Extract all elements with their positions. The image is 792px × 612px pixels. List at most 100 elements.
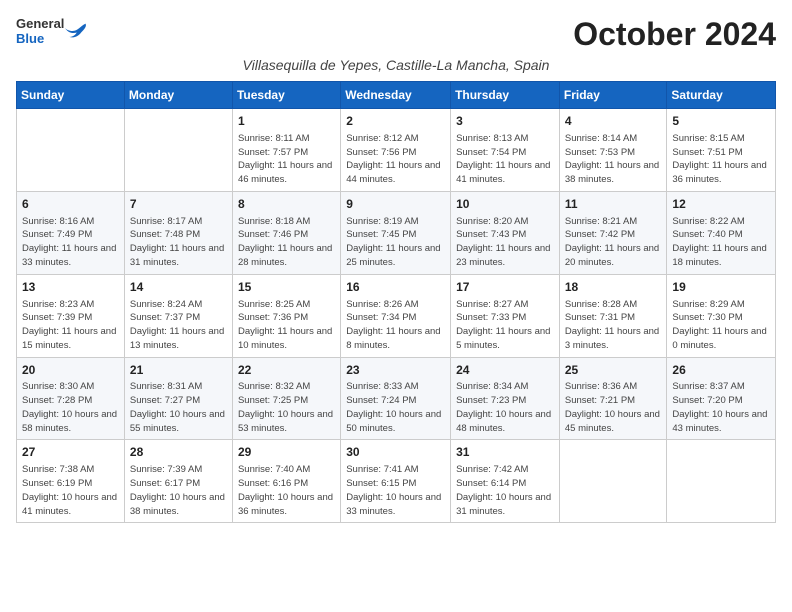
day-info: Sunrise: 8:17 AM Sunset: 7:48 PM Dayligh… bbox=[130, 215, 227, 270]
calendar-cell: 12 Sunrise: 8:22 AM Sunset: 7:40 PM Dayli… bbox=[667, 191, 776, 274]
calendar-week-4: 20Sunrise: 8:30 AM Sunset: 7:28 PM Dayli… bbox=[17, 357, 776, 440]
day-number: 26 bbox=[672, 362, 770, 379]
calendar-cell: 25Sunrise: 8:36 AM Sunset: 7:21 PM Dayli… bbox=[559, 357, 667, 440]
day-number: 6 bbox=[22, 196, 119, 213]
calendar-cell: 8 Sunrise: 8:18 AM Sunset: 7:46 PM Daylig… bbox=[232, 191, 340, 274]
calendar-cell: 30 Sunrise: 7:41 AM Sunset: 6:15 PM Dayli… bbox=[341, 440, 451, 523]
calendar-cell: 18 Sunrise: 8:28 AM Sunset: 7:31 PM Dayli… bbox=[559, 274, 667, 357]
calendar-cell: 3 Sunrise: 8:13 AM Sunset: 7:54 PM Daylig… bbox=[451, 109, 560, 192]
calendar-cell: 9 Sunrise: 8:19 AM Sunset: 7:45 PM Daylig… bbox=[341, 191, 451, 274]
day-number: 9 bbox=[346, 196, 445, 213]
day-info: Sunrise: 8:37 AM Sunset: 7:20 PM Dayligh… bbox=[672, 380, 770, 435]
day-number: 3 bbox=[456, 113, 554, 130]
weekday-header-sunday: Sunday bbox=[17, 82, 125, 109]
calendar-cell bbox=[17, 109, 125, 192]
calendar-cell: 29 Sunrise: 7:40 AM Sunset: 6:16 PM Dayli… bbox=[232, 440, 340, 523]
day-number: 2 bbox=[346, 113, 445, 130]
calendar-cell: 14 Sunrise: 8:24 AM Sunset: 7:37 PM Dayli… bbox=[124, 274, 232, 357]
day-number: 8 bbox=[238, 196, 335, 213]
calendar-cell: 26Sunrise: 8:37 AM Sunset: 7:20 PM Dayli… bbox=[667, 357, 776, 440]
day-number: 17 bbox=[456, 279, 554, 296]
logo-blue-text: Blue bbox=[16, 31, 44, 46]
calendar-cell: 19Sunrise: 8:29 AM Sunset: 7:30 PM Dayli… bbox=[667, 274, 776, 357]
weekday-header-friday: Friday bbox=[559, 82, 667, 109]
calendar-week-3: 13 Sunrise: 8:23 AM Sunset: 7:39 PM Dayli… bbox=[17, 274, 776, 357]
day-info: Sunrise: 8:18 AM Sunset: 7:46 PM Dayligh… bbox=[238, 215, 335, 270]
calendar-cell: 13 Sunrise: 8:23 AM Sunset: 7:39 PM Dayli… bbox=[17, 274, 125, 357]
day-info: Sunrise: 7:40 AM Sunset: 6:16 PM Dayligh… bbox=[238, 463, 335, 518]
day-number: 23 bbox=[346, 362, 445, 379]
calendar-cell bbox=[124, 109, 232, 192]
day-number: 21 bbox=[130, 362, 227, 379]
day-info: Sunrise: 8:24 AM Sunset: 7:37 PM Dayligh… bbox=[130, 298, 227, 353]
weekday-header-monday: Monday bbox=[124, 82, 232, 109]
day-number: 30 bbox=[346, 444, 445, 461]
weekday-header-tuesday: Tuesday bbox=[232, 82, 340, 109]
calendar-cell: 16 Sunrise: 8:26 AM Sunset: 7:34 PM Dayli… bbox=[341, 274, 451, 357]
day-info: Sunrise: 8:31 AM Sunset: 7:27 PM Dayligh… bbox=[130, 380, 227, 435]
calendar-cell: 31 Sunrise: 7:42 AM Sunset: 6:14 PM Dayli… bbox=[451, 440, 560, 523]
day-number: 27 bbox=[22, 444, 119, 461]
calendar-cell: 10Sunrise: 8:20 AM Sunset: 7:43 PM Dayli… bbox=[451, 191, 560, 274]
calendar-cell: 7Sunrise: 8:17 AM Sunset: 7:48 PM Daylig… bbox=[124, 191, 232, 274]
day-number: 13 bbox=[22, 279, 119, 296]
day-number: 31 bbox=[456, 444, 554, 461]
day-info: Sunrise: 8:22 AM Sunset: 7:40 PM Dayligh… bbox=[672, 215, 770, 270]
calendar-cell: 27Sunrise: 7:38 AM Sunset: 6:19 PM Dayli… bbox=[17, 440, 125, 523]
day-info: Sunrise: 8:33 AM Sunset: 7:24 PM Dayligh… bbox=[346, 380, 445, 435]
day-info: Sunrise: 8:19 AM Sunset: 7:45 PM Dayligh… bbox=[346, 215, 445, 270]
day-info: Sunrise: 8:26 AM Sunset: 7:34 PM Dayligh… bbox=[346, 298, 445, 353]
day-number: 16 bbox=[346, 279, 445, 296]
day-info: Sunrise: 8:32 AM Sunset: 7:25 PM Dayligh… bbox=[238, 380, 335, 435]
calendar-week-2: 6Sunrise: 8:16 AM Sunset: 7:49 PM Daylig… bbox=[17, 191, 776, 274]
day-number: 20 bbox=[22, 362, 119, 379]
calendar-cell bbox=[559, 440, 667, 523]
day-number: 15 bbox=[238, 279, 335, 296]
day-number: 19 bbox=[672, 279, 770, 296]
day-number: 5 bbox=[672, 113, 770, 130]
calendar-cell: 1Sunrise: 8:11 AM Sunset: 7:57 PM Daylig… bbox=[232, 109, 340, 192]
day-number: 28 bbox=[130, 444, 227, 461]
calendar-cell: 21Sunrise: 8:31 AM Sunset: 7:27 PM Dayli… bbox=[124, 357, 232, 440]
day-info: Sunrise: 7:42 AM Sunset: 6:14 PM Dayligh… bbox=[456, 463, 554, 518]
logo-general-text: General bbox=[16, 16, 64, 31]
day-number: 12 bbox=[672, 196, 770, 213]
logo-bird-icon bbox=[65, 22, 87, 40]
day-number: 18 bbox=[565, 279, 662, 296]
day-info: Sunrise: 8:27 AM Sunset: 7:33 PM Dayligh… bbox=[456, 298, 554, 353]
calendar-cell: 5 Sunrise: 8:15 AM Sunset: 7:51 PM Daylig… bbox=[667, 109, 776, 192]
calendar-table: SundayMondayTuesdayWednesdayThursdayFrid… bbox=[16, 81, 776, 523]
location-subtitle: Villasequilla de Yepes, Castille-La Manc… bbox=[16, 57, 776, 73]
day-info: Sunrise: 8:23 AM Sunset: 7:39 PM Dayligh… bbox=[22, 298, 119, 353]
day-number: 29 bbox=[238, 444, 335, 461]
weekday-header-thursday: Thursday bbox=[451, 82, 560, 109]
calendar-cell: 6Sunrise: 8:16 AM Sunset: 7:49 PM Daylig… bbox=[17, 191, 125, 274]
day-info: Sunrise: 8:28 AM Sunset: 7:31 PM Dayligh… bbox=[565, 298, 662, 353]
day-number: 22 bbox=[238, 362, 335, 379]
calendar-cell: 28Sunrise: 7:39 AM Sunset: 6:17 PM Dayli… bbox=[124, 440, 232, 523]
calendar-cell: 17 Sunrise: 8:27 AM Sunset: 7:33 PM Dayli… bbox=[451, 274, 560, 357]
day-info: Sunrise: 8:13 AM Sunset: 7:54 PM Dayligh… bbox=[456, 132, 554, 187]
calendar-week-5: 27Sunrise: 7:38 AM Sunset: 6:19 PM Dayli… bbox=[17, 440, 776, 523]
day-number: 10 bbox=[456, 196, 554, 213]
calendar-cell: 11Sunrise: 8:21 AM Sunset: 7:42 PM Dayli… bbox=[559, 191, 667, 274]
weekday-header-row: SundayMondayTuesdayWednesdayThursdayFrid… bbox=[17, 82, 776, 109]
month-year-title: October 2024 bbox=[573, 16, 776, 53]
calendar-body: 1Sunrise: 8:11 AM Sunset: 7:57 PM Daylig… bbox=[17, 109, 776, 523]
day-info: Sunrise: 8:11 AM Sunset: 7:57 PM Dayligh… bbox=[238, 132, 335, 187]
calendar-cell: 22Sunrise: 8:32 AM Sunset: 7:25 PM Dayli… bbox=[232, 357, 340, 440]
calendar-cell: 20Sunrise: 8:30 AM Sunset: 7:28 PM Dayli… bbox=[17, 357, 125, 440]
day-info: Sunrise: 8:30 AM Sunset: 7:28 PM Dayligh… bbox=[22, 380, 119, 435]
calendar-week-1: 1Sunrise: 8:11 AM Sunset: 7:57 PM Daylig… bbox=[17, 109, 776, 192]
day-info: Sunrise: 8:15 AM Sunset: 7:51 PM Dayligh… bbox=[672, 132, 770, 187]
calendar-cell bbox=[667, 440, 776, 523]
weekday-header-saturday: Saturday bbox=[667, 82, 776, 109]
day-info: Sunrise: 8:36 AM Sunset: 7:21 PM Dayligh… bbox=[565, 380, 662, 435]
day-number: 14 bbox=[130, 279, 227, 296]
day-info: Sunrise: 7:41 AM Sunset: 6:15 PM Dayligh… bbox=[346, 463, 445, 518]
logo: General Blue bbox=[16, 16, 87, 46]
day-number: 11 bbox=[565, 196, 662, 213]
day-info: Sunrise: 8:25 AM Sunset: 7:36 PM Dayligh… bbox=[238, 298, 335, 353]
day-number: 25 bbox=[565, 362, 662, 379]
weekday-header-wednesday: Wednesday bbox=[341, 82, 451, 109]
